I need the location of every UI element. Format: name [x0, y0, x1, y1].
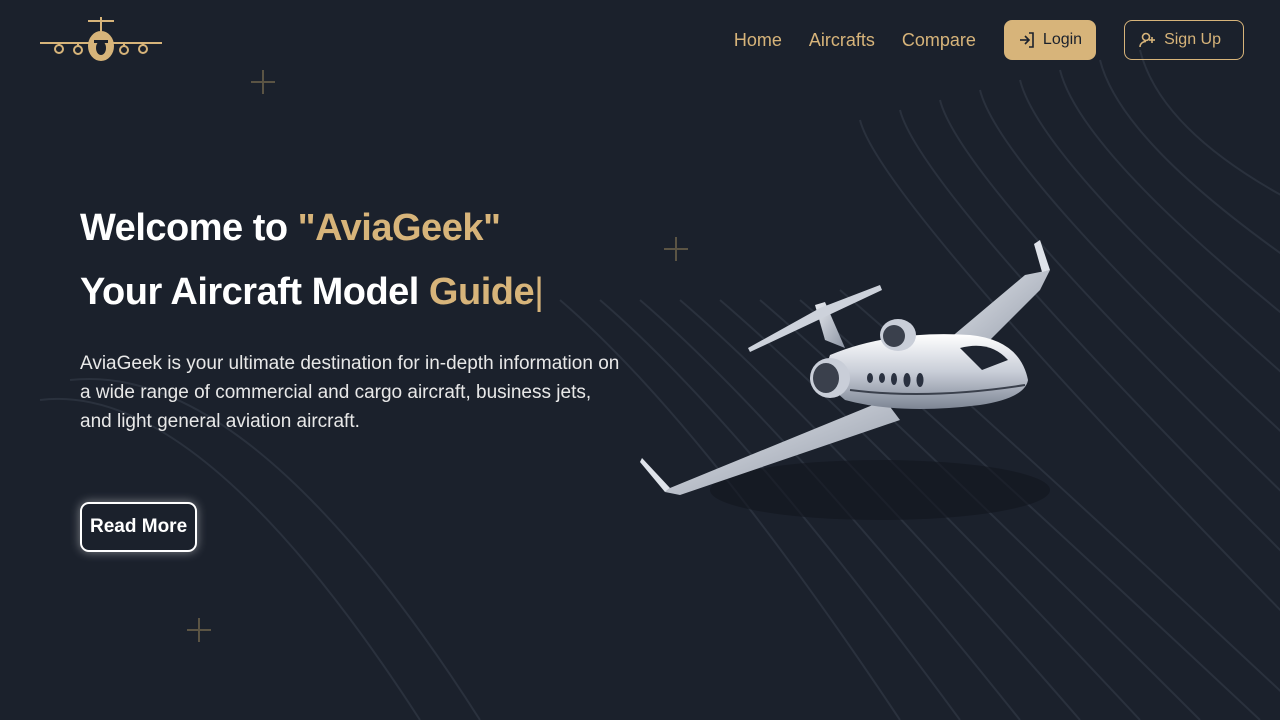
hero-description: AviaGeek is your ultimate destination fo…: [80, 353, 620, 432]
read-more-button[interactable]: Read More: [80, 502, 198, 552]
login-button[interactable]: Login: [1003, 20, 1097, 60]
hero-title-brand: "AviaGeek": [297, 207, 501, 249]
signup-button[interactable]: Sign Up: [1124, 20, 1244, 60]
hero-subtitle-highlight: Guide: [428, 271, 535, 313]
login-arrow-icon: [1018, 31, 1036, 49]
hero-section: Welcome to "AviaGeek" Your Aircraft Mode…: [80, 206, 640, 436]
login-label: Login: [1042, 31, 1083, 48]
user-plus-icon: [1139, 31, 1157, 49]
nav-link-compare[interactable]: Compare: [902, 30, 976, 51]
top-navigation: Home Aircrafts Compare Login Sign Up: [734, 19, 1244, 61]
nav-link-aircrafts[interactable]: Aircrafts: [809, 30, 875, 51]
signup-label: Sign Up: [1164, 31, 1221, 48]
plus-icon: [187, 618, 211, 642]
hero-subtitle: Your Aircraft Model Guide|: [80, 270, 640, 314]
hero-title-prefix: Welcome to: [80, 207, 298, 249]
nav-link-home[interactable]: Home: [734, 30, 782, 51]
airplane-logo-icon[interactable]: [38, 14, 164, 66]
business-jet-image: [640, 240, 1050, 520]
plus-icon: [251, 70, 275, 94]
hero-subtitle-prefix: Your Aircraft Model: [80, 271, 429, 313]
hero-title: Welcome to "AviaGeek": [80, 206, 640, 250]
typing-caret: |: [534, 271, 544, 313]
